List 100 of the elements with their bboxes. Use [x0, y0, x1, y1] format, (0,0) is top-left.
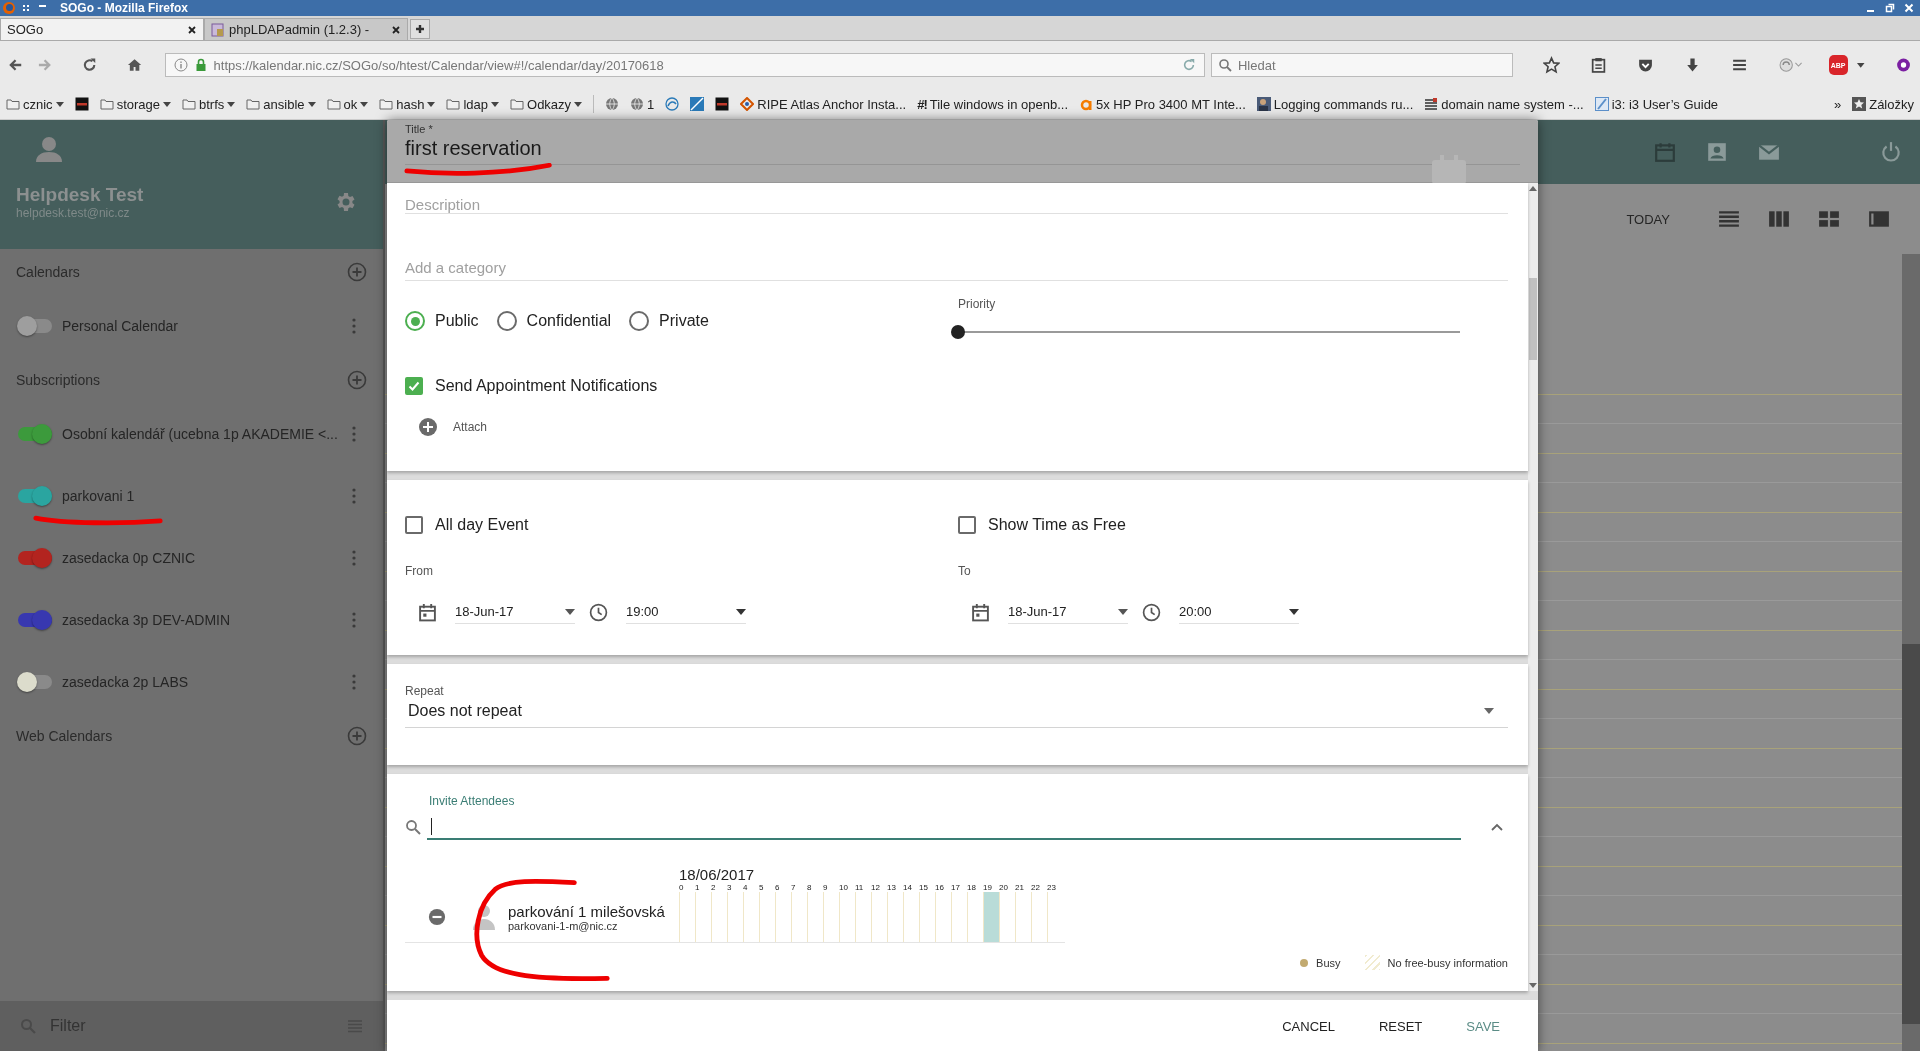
browser-tab[interactable]: phpLDAPadmin (1.2.3) - — [204, 18, 408, 40]
reload-icon[interactable] — [82, 57, 98, 73]
check-icon — [407, 379, 421, 393]
checkbox[interactable] — [405, 377, 423, 395]
search-field[interactable]: Hledat — [1210, 53, 1513, 77]
scrollbar-thumb[interactable] — [1529, 278, 1537, 360]
dialog-button[interactable]: RESET — [1364, 1011, 1437, 1042]
calendar-toggle[interactable] — [17, 424, 53, 444]
dialog-button[interactable]: CANCEL — [1268, 1011, 1349, 1042]
star-icon — [1852, 97, 1867, 111]
more-icon[interactable] — [352, 674, 356, 690]
time-field[interactable]: 19:00 — [626, 600, 746, 624]
more-icon[interactable] — [352, 426, 356, 442]
clock-icon[interactable] — [1142, 602, 1161, 622]
date-field[interactable]: 18-Jun-17 — [455, 600, 575, 624]
bookmark-folder[interactable]: ldap — [446, 96, 499, 112]
home-icon[interactable] — [127, 57, 143, 73]
more-icon[interactable] — [352, 318, 356, 334]
time-field[interactable]: 20:00 — [1179, 600, 1299, 624]
radio-button[interactable] — [405, 311, 425, 331]
bookmark-link[interactable] — [74, 97, 89, 111]
radio-option[interactable]: Private — [629, 311, 709, 331]
address-field[interactable]: https://kalendar.nic.cz/SOGo/so/htest/Calendar/view#!/calendar/day/20170618 — [164, 53, 1205, 77]
bookmarks-menu[interactable]: Záložky — [1852, 96, 1914, 112]
more-icon[interactable] — [352, 612, 356, 628]
more-icon[interactable] — [352, 550, 356, 566]
bookmark-folder[interactable]: hash — [379, 96, 436, 112]
contact-icon[interactable] — [1706, 141, 1728, 163]
bookmark-link[interactable] — [715, 97, 730, 111]
bookmark-link[interactable]: #! Tile windows in openb... — [917, 96, 1068, 112]
grid-view-icon[interactable] — [1818, 210, 1840, 228]
section-title: Calendars — [16, 264, 80, 280]
calendar-toggle[interactable] — [17, 486, 53, 506]
extension-icon[interactable] — [1894, 56, 1912, 74]
clipboard-icon[interactable] — [1589, 56, 1607, 74]
close-icon[interactable] — [187, 24, 197, 35]
bookmark-folder[interactable]: ansible — [246, 96, 316, 112]
checkbox[interactable] — [958, 516, 976, 534]
calendar-icon[interactable] — [971, 602, 990, 622]
dialog-button[interactable]: SAVE — [1452, 1011, 1514, 1042]
window-menu-icon[interactable] — [22, 3, 32, 13]
calendar-toggle[interactable] — [17, 316, 53, 336]
today-button[interactable]: TODAY — [1626, 211, 1670, 227]
radio-option[interactable]: Public — [405, 311, 479, 331]
calendar-icon[interactable] — [418, 602, 437, 622]
hour-label: 4 — [743, 883, 749, 892]
bookmark-folder[interactable]: Odkazy — [510, 96, 583, 112]
remove-icon[interactable] — [428, 908, 446, 926]
calendar-toggle[interactable] — [17, 548, 53, 568]
user-name: Helpdesk Test — [16, 184, 144, 206]
scroll-down-icon[interactable] — [1529, 983, 1537, 988]
favicon — [715, 97, 730, 111]
checkbox[interactable] — [405, 516, 423, 534]
slider-thumb[interactable] — [951, 325, 965, 339]
collapse-icon[interactable] — [1491, 823, 1503, 831]
bookmark-folder[interactable]: storage — [99, 96, 171, 112]
url-text: https://kalendar.nic.cz/SOGo/so/htest/Calendar/view#!/calendar/day/20170618 — [213, 57, 664, 73]
add-icon[interactable] — [347, 262, 367, 282]
radio-button[interactable] — [629, 311, 650, 331]
new-tab-button[interactable] — [410, 19, 430, 39]
radio-option[interactable]: Confidential — [496, 311, 612, 331]
hour-label: 13 — [887, 883, 897, 892]
more-icon[interactable] — [352, 488, 356, 504]
back-icon[interactable] — [8, 57, 24, 73]
power-icon[interactable] — [1880, 141, 1902, 163]
repeat-dropdown[interactable]: Does not repeat — [405, 698, 1508, 728]
day-view-icon[interactable] — [1868, 210, 1890, 228]
hour-label: 6 — [775, 883, 781, 892]
bookmark-folder[interactable]: ok — [326, 96, 369, 112]
scrollbar[interactable] — [1902, 254, 1920, 1051]
scroll-up-icon[interactable] — [1529, 186, 1537, 191]
clock-icon[interactable] — [589, 602, 608, 622]
scrollbar[interactable] — [1528, 183, 1538, 991]
attach-button[interactable]: Attach — [418, 417, 488, 437]
add-icon[interactable] — [347, 726, 367, 746]
bookmark-folder[interactable]: btrfs — [182, 96, 236, 112]
field-placeholder: Description — [405, 196, 481, 213]
add-icon[interactable] — [347, 370, 367, 390]
attendee-email: parkovani-1-m@nic.cz — [508, 919, 619, 932]
radio-button[interactable] — [496, 311, 517, 331]
overflow-button[interactable]: » — [1833, 96, 1842, 112]
plus-icon — [418, 417, 438, 437]
list-view-icon[interactable] — [1718, 210, 1740, 228]
favicon — [1256, 97, 1271, 111]
hour-label: 10 — [839, 883, 849, 892]
bookmark-folder[interactable]: cznic — [6, 96, 64, 112]
bookmark-label: ldap — [463, 96, 488, 112]
calendar-toggle[interactable] — [17, 672, 53, 692]
field-placeholder: Add a category — [405, 259, 506, 276]
caret-icon[interactable] — [1855, 60, 1865, 70]
star-icon[interactable] — [1542, 56, 1560, 74]
field-label: To — [958, 564, 972, 578]
calendar-toggle[interactable] — [17, 610, 53, 630]
browser-tab[interactable]: SOGo — [0, 18, 204, 40]
date-field[interactable]: 18-Jun-17 — [1008, 600, 1128, 624]
bookmark-link[interactable]: 1 — [630, 96, 655, 112]
columns-view-icon[interactable] — [1768, 210, 1790, 228]
globe-icon — [605, 97, 620, 111]
close-icon[interactable] — [391, 24, 401, 35]
maximize-icon[interactable] — [1885, 3, 1895, 13]
